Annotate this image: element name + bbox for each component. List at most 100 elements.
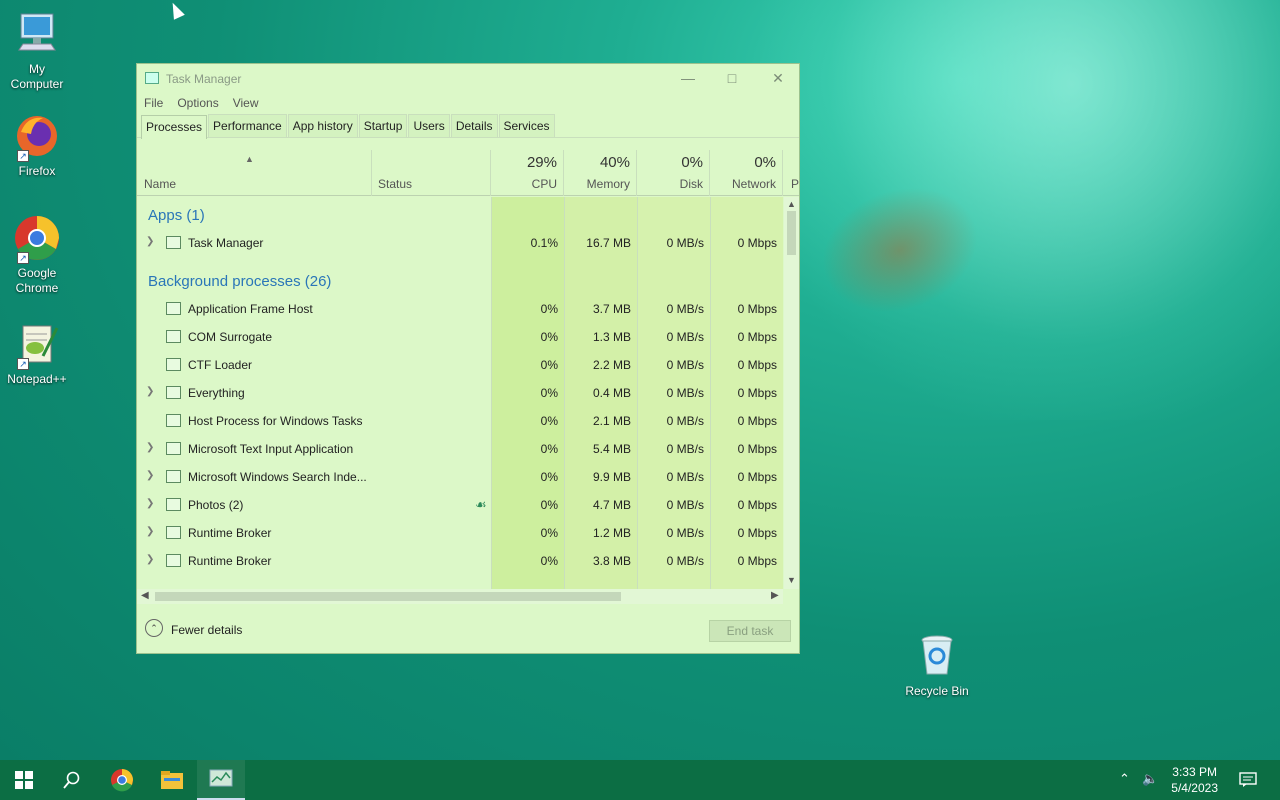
close-button[interactable]: ✕ (755, 64, 801, 92)
taskbar-task-manager[interactable] (197, 760, 245, 800)
menu-options[interactable]: Options (177, 92, 218, 114)
action-center-button[interactable] (1224, 760, 1272, 800)
process-cpu: 0% (540, 386, 558, 400)
chevron-up-circle-icon[interactable]: ⌃ (145, 619, 163, 637)
menu-bar: File Options View (137, 92, 799, 114)
table-row[interactable]: ❯ Runtime Broker 0% 1.2 MB 0 MB/s 0 Mbps (137, 519, 783, 547)
column-memory[interactable]: 40% Memory (564, 150, 637, 196)
table-row[interactable]: ❯ Microsoft Text Input Application 0% 5.4 M… (137, 435, 783, 463)
tab-startup[interactable]: Startup (358, 114, 408, 137)
process-network: 0 Mbps (737, 236, 777, 250)
tab-performance[interactable]: Performance (208, 114, 287, 137)
scroll-down-icon[interactable]: ▼ (787, 575, 796, 585)
process-name: Runtime Broker (188, 526, 272, 540)
process-disk: 0 MB/s (666, 442, 704, 456)
expand-chevron-icon[interactable]: ❯ (146, 526, 154, 537)
taskbar-chrome[interactable] (98, 760, 146, 800)
vertical-scrollbar[interactable]: ▲ ▼ (784, 197, 799, 589)
search-button[interactable] (48, 760, 96, 800)
column-power[interactable]: P (783, 150, 799, 196)
firefox-icon: ↗ (13, 112, 61, 162)
task-manager-icon (145, 72, 159, 84)
table-row[interactable]: ❯ Photos (2) ☙ 0% 4.7 MB 0 MB/s 0 Mbps (137, 491, 783, 519)
start-button[interactable] (0, 760, 48, 800)
process-memory: 2.2 MB (592, 358, 631, 372)
table-row[interactable]: ❯ Runtime Broker 0% 3.8 MB 0 MB/s 0 Mbps (137, 547, 783, 575)
cpu-total: 29% (526, 154, 557, 171)
desktop-icon-chrome[interactable]: ↗ Google Chrome (0, 214, 74, 296)
horizontal-scroll-thumb[interactable] (155, 592, 621, 601)
process-icon (166, 386, 181, 399)
column-power-label: P (791, 177, 800, 191)
task-manager-window[interactable]: Task Manager — □ ✕ File Options View Pro… (136, 63, 800, 654)
horizontal-scrollbar[interactable]: ◀ ▶ (137, 589, 783, 604)
menu-file[interactable]: File (144, 92, 163, 114)
process-name: Runtime Broker (188, 554, 272, 568)
desktop-icon-notepadpp[interactable]: ↗ Notepad++ (0, 320, 74, 387)
process-cpu: 0% (540, 498, 558, 512)
column-disk[interactable]: 0% Disk (637, 150, 710, 196)
column-memory-label: Memory (586, 177, 630, 191)
chevron-up-icon[interactable]: ⌃ (1119, 771, 1130, 787)
process-network: 0 Mbps (737, 302, 777, 316)
task-manager-icon (209, 769, 233, 787)
tab-services[interactable]: Services (498, 114, 555, 137)
tab-users[interactable]: Users (408, 114, 450, 137)
expand-chevron-icon[interactable]: ❯ (146, 236, 154, 247)
maximize-button[interactable]: □ (709, 64, 755, 92)
scroll-up-icon[interactable]: ▲ (787, 199, 796, 209)
tab-app-history[interactable]: App history (287, 114, 358, 137)
process-name: Microsoft Windows Search Inde... (188, 470, 367, 484)
vertical-scroll-thumb[interactable] (787, 211, 796, 255)
process-memory: 1.3 MB (592, 330, 631, 344)
table-row[interactable]: COM Surrogate 0% 1.3 MB 0 MB/s 0 Mbps (137, 323, 783, 351)
disk-total: 0% (681, 154, 703, 171)
expand-chevron-icon[interactable]: ❯ (146, 554, 154, 565)
end-task-button[interactable]: End task (709, 620, 791, 642)
desktop-icon-my-computer[interactable]: My Computer (0, 10, 74, 92)
process-icon (166, 236, 181, 249)
expand-chevron-icon[interactable]: ❯ (146, 386, 154, 397)
column-name[interactable]: Name (137, 150, 371, 196)
clock[interactable]: 3:33 PM 5/4/2023 (1171, 764, 1218, 796)
table-row[interactable]: CTF Loader 0% 2.2 MB 0 MB/s 0 Mbps (137, 351, 783, 379)
process-cpu: 0% (540, 330, 558, 344)
scroll-right-icon[interactable]: ▶ (771, 590, 779, 601)
column-status[interactable]: Status (371, 150, 491, 196)
footer: ⌃ Fewer details End task (137, 609, 799, 653)
desktop-icon-firefox[interactable]: ↗ Firefox (0, 112, 74, 179)
process-name: CTF Loader (188, 358, 253, 372)
menu-view[interactable]: View (233, 92, 259, 114)
column-network[interactable]: 0% Network (710, 150, 783, 196)
minimize-button[interactable]: — (665, 64, 711, 92)
table-row[interactable]: ❯ Microsoft Windows Search Inde... 0% 9.9 M… (137, 463, 783, 491)
title-bar[interactable]: Task Manager — □ ✕ (137, 64, 799, 92)
table-row[interactable]: Host Process for Windows Tasks 0% 2.1 MB 0 … (137, 407, 783, 435)
table-row[interactable]: ❯ Task Manager 0.1% 16.7 MB 0 MB/s 0 Mbps (137, 229, 783, 257)
tab-processes[interactable]: Processes (141, 115, 208, 139)
expand-chevron-icon[interactable]: ❯ (146, 442, 154, 453)
windows-icon (15, 771, 33, 789)
process-list[interactable]: Apps (1) Background processes (26) ❯ Task… (137, 197, 783, 589)
scroll-left-icon[interactable]: ◀ (141, 590, 149, 601)
column-cpu[interactable]: 29% CPU (491, 150, 564, 196)
process-network: 0 Mbps (737, 358, 777, 372)
table-row[interactable]: ❯ Everything 0% 0.4 MB 0 MB/s 0 Mbps (137, 379, 783, 407)
fewer-details-link[interactable]: Fewer details (171, 623, 242, 637)
process-network: 0 Mbps (737, 498, 777, 512)
expand-chevron-icon[interactable]: ❯ (146, 498, 154, 509)
process-disk: 0 MB/s (666, 236, 704, 250)
process-cpu: 0% (540, 302, 558, 316)
process-icon (166, 526, 181, 539)
desktop-icon-recycle-bin[interactable]: Recycle Bin (900, 632, 974, 699)
volume-icon[interactable]: 🔈 (1142, 771, 1158, 787)
tab-details[interactable]: Details (450, 114, 498, 137)
process-name: Application Frame Host (188, 302, 313, 316)
expand-chevron-icon[interactable]: ❯ (146, 470, 154, 481)
table-row[interactable]: Application Frame Host 0% 3.7 MB 0 MB/s 0 Mb… (137, 295, 783, 323)
process-icon (166, 442, 181, 455)
process-disk: 0 MB/s (666, 414, 704, 428)
taskbar-file-explorer[interactable] (148, 760, 196, 800)
tab-strip: Processes Performance App history Startu… (137, 114, 799, 139)
process-cpu: 0% (540, 470, 558, 484)
